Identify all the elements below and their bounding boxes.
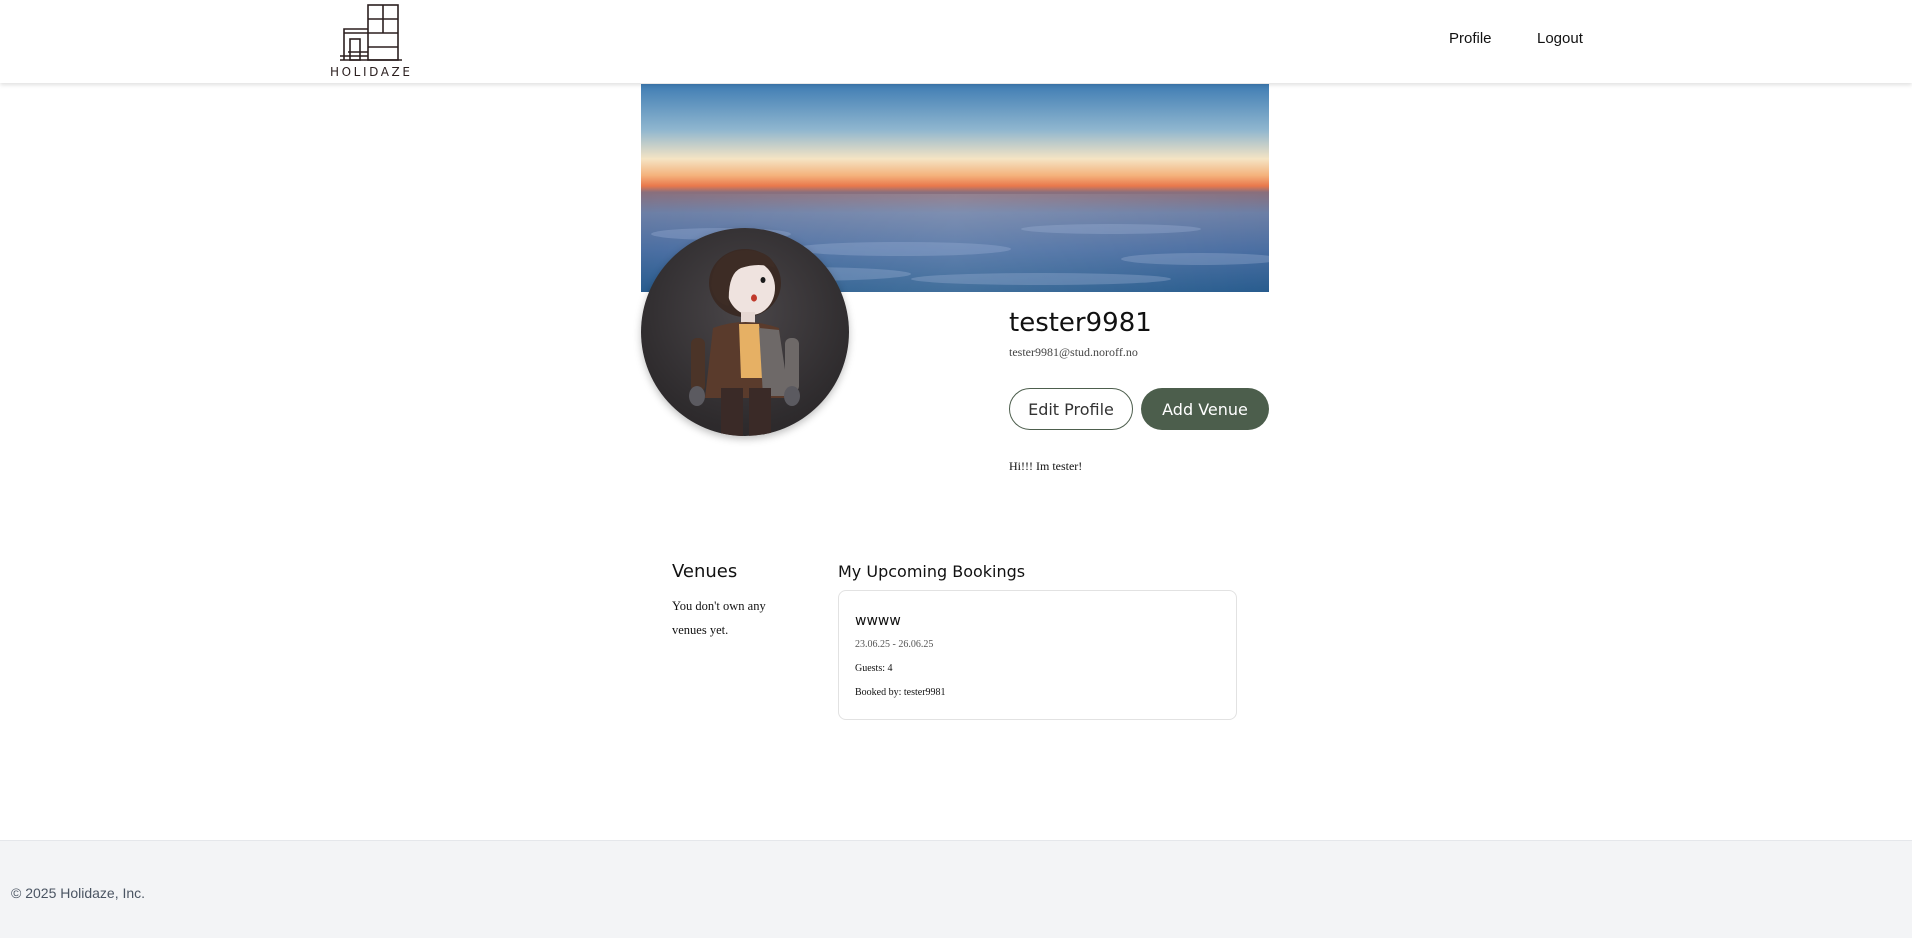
booking-booked-by: Booked by: tester9981 xyxy=(855,687,946,698)
site-header: HOLIDAZE Profile Logout xyxy=(0,0,1912,83)
booking-guests: Guests: 4 xyxy=(855,663,893,674)
profile-bio: Hi!!! Im tester! xyxy=(1009,459,1083,473)
edit-profile-button[interactable]: Edit Profile xyxy=(1009,388,1133,430)
footer-copyright: © 2025 Holidaze, Inc. xyxy=(11,885,146,901)
venues-heading: Venues xyxy=(672,561,738,582)
nav-logout-link[interactable]: Logout xyxy=(1537,30,1583,47)
site-footer: © 2025 Holidaze, Inc. xyxy=(0,840,1912,938)
logo[interactable]: HOLIDAZE xyxy=(330,3,412,79)
profile-avatar xyxy=(641,228,849,436)
logo-text: HOLIDAZE xyxy=(330,65,413,79)
booking-card[interactable]: wwww 23.06.25 - 26.06.25 Guests: 4 Booke… xyxy=(838,590,1237,720)
profile-username: tester9981 xyxy=(1009,308,1152,338)
profile-email: tester9981@stud.noroff.no xyxy=(1009,345,1138,359)
bookings-heading: My Upcoming Bookings xyxy=(838,562,1026,581)
venues-empty-message: You don't own any venues yet. xyxy=(672,599,766,637)
booking-dates: 23.06.25 - 26.06.25 xyxy=(855,639,934,650)
add-venue-button[interactable]: Add Venue xyxy=(1141,388,1269,430)
booking-venue-name: wwww xyxy=(855,613,901,629)
nav-profile-link[interactable]: Profile xyxy=(1449,30,1492,47)
